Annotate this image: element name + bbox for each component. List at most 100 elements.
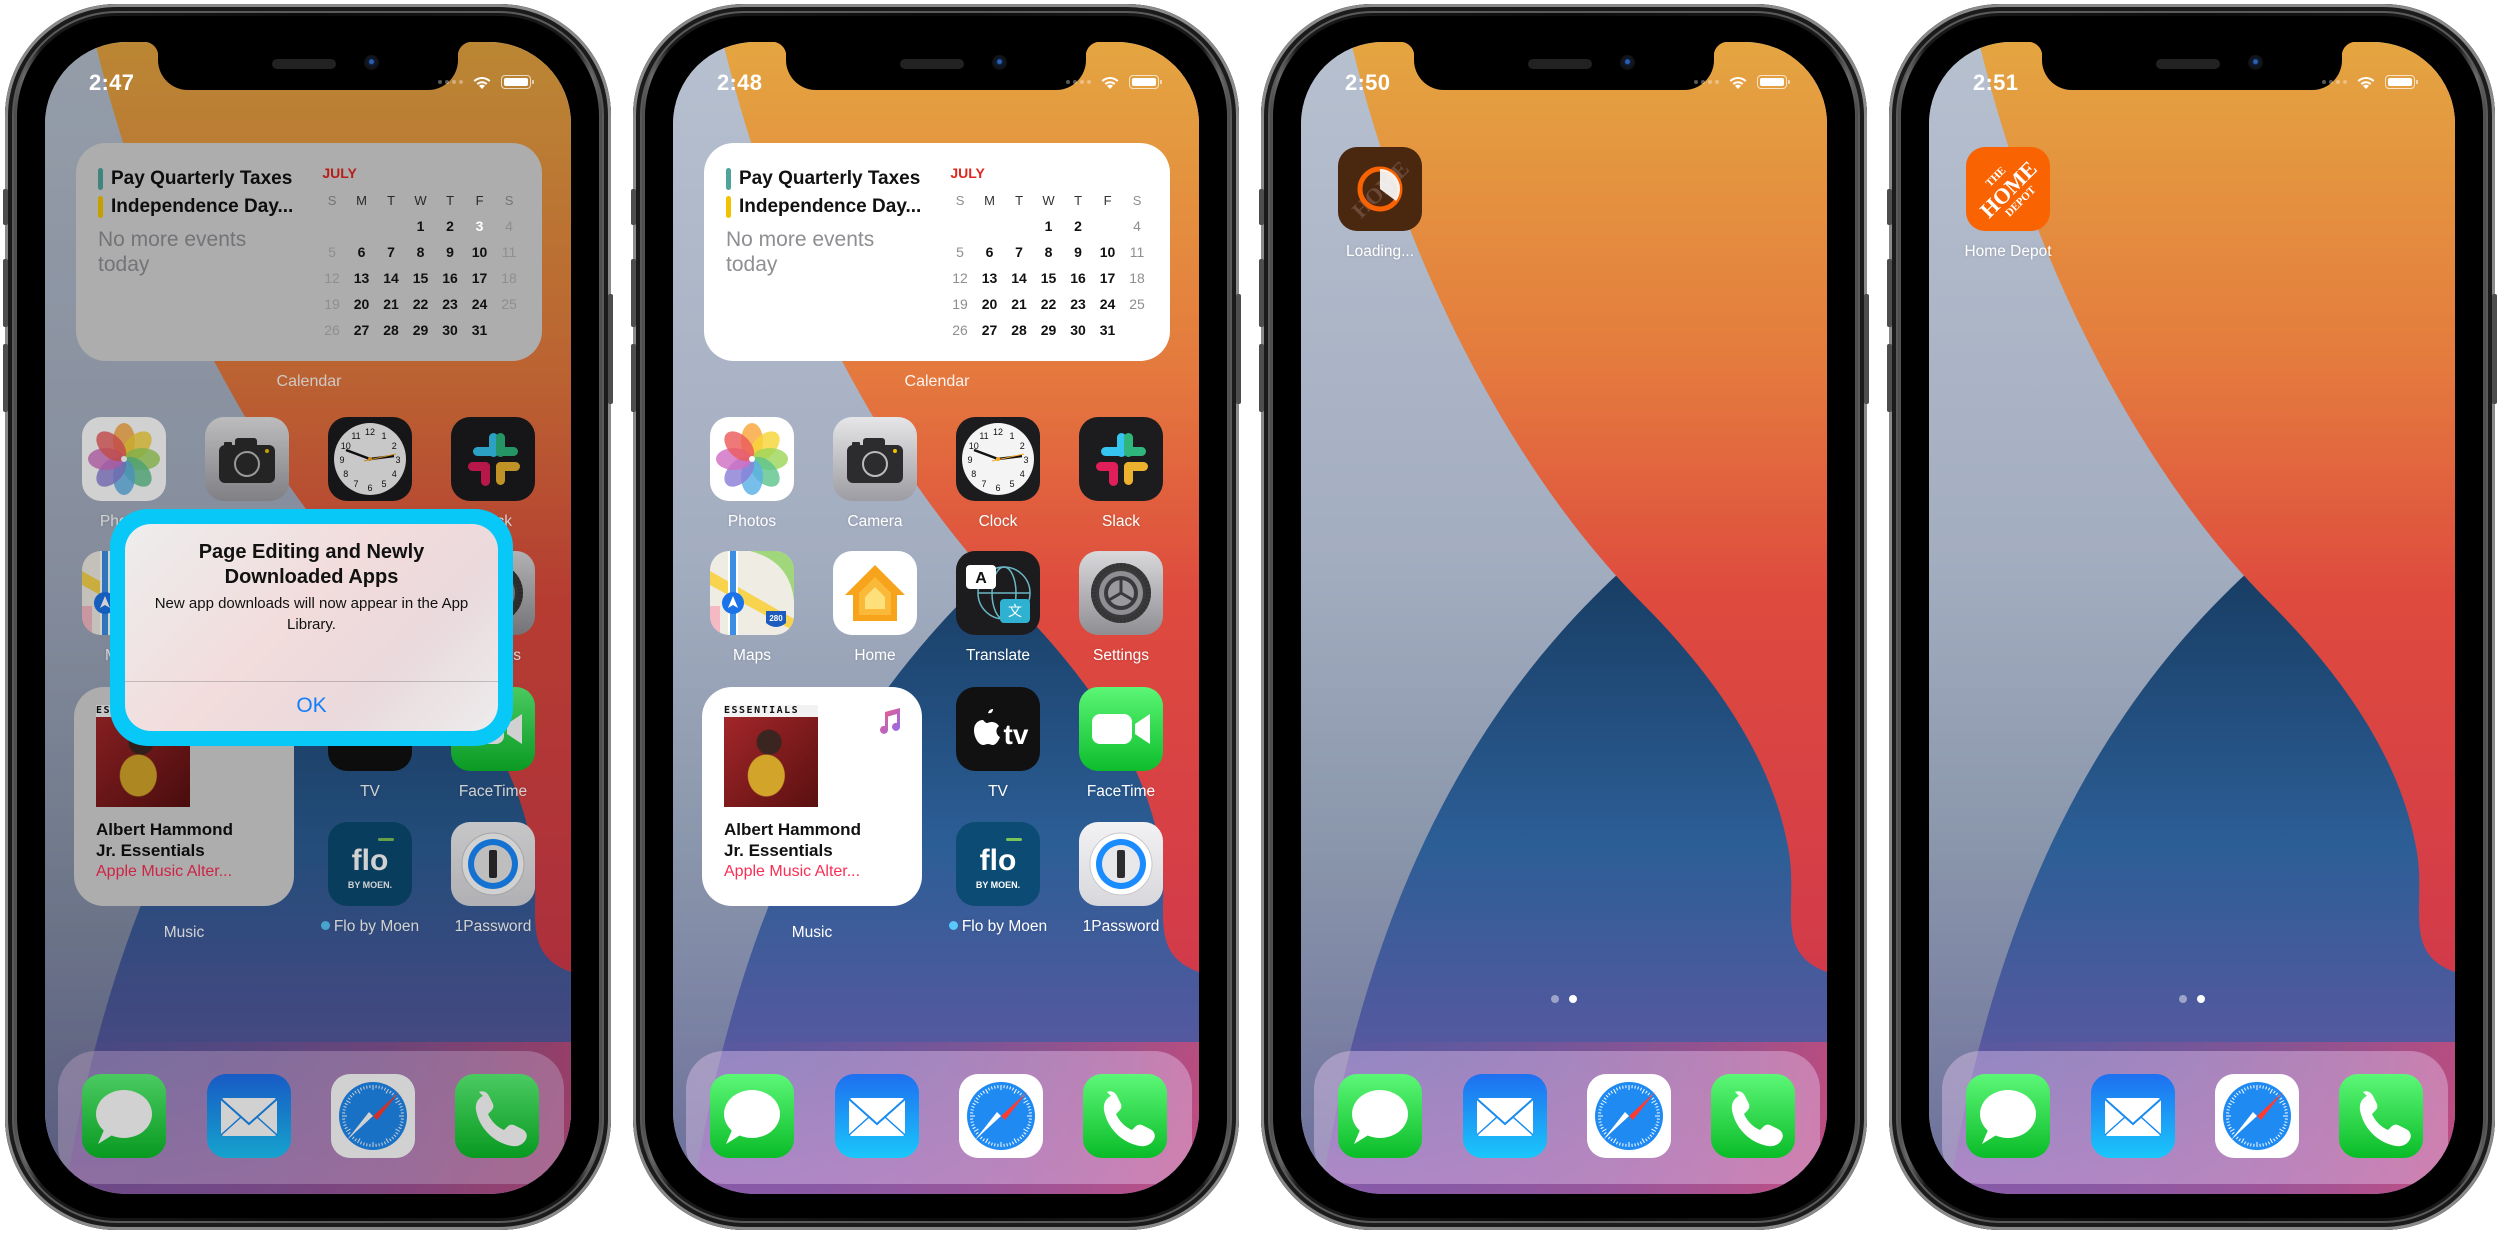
calendar-day[interactable]: 9 [435,244,465,260]
calendar-day[interactable]: 28 [376,322,406,338]
calendar-day[interactable]: 19 [945,296,975,312]
calendar-day[interactable]: 16 [1063,270,1093,286]
calendar-day[interactable]: 1 [406,218,436,234]
calendar-day[interactable]: 26 [317,322,347,338]
mail-icon[interactable] [1463,1074,1547,1158]
calendar-day[interactable]: 18 [494,270,524,286]
calendar-day[interactable]: 20 [975,296,1005,312]
calendar-day[interactable]: 8 [1034,244,1064,260]
app-slack[interactable]: Slack [1066,417,1176,531]
calendar-day[interactable]: 17 [465,270,495,286]
calendar-day[interactable]: 2 [435,218,465,234]
calendar-day[interactable]: 29 [1034,322,1064,338]
calendar-day[interactable]: 12 [945,270,975,286]
app-translate[interactable]: A文Translate [943,551,1053,665]
calendar-day[interactable]: 20 [347,296,377,312]
music-widget[interactable]: ESSENTIALS Albert Hammond Jr. Essentials Ap… [702,687,922,906]
calendar-day[interactable]: 28 [1004,322,1034,338]
calendar-event[interactable]: Pay Quarterly Taxes [726,165,921,193]
calendar-day[interactable]: 5 [945,244,975,260]
page-indicator[interactable] [1301,995,1827,1003]
calendar-day[interactable]: 2 [1063,218,1093,234]
mail-icon[interactable] [835,1074,919,1158]
calendar-day[interactable]: 15 [406,270,436,286]
messages-icon[interactable] [710,1074,794,1158]
calendar-day[interactable]: 15 [1034,270,1064,286]
app-maps[interactable]: 280 Maps [697,551,807,665]
calendar-day[interactable]: 1 [1034,218,1064,234]
mail-icon[interactable] [2091,1074,2175,1158]
calendar-widget[interactable]: Pay Quarterly Taxes Independence Day... No… [76,143,542,361]
calendar-widget[interactable]: Pay Quarterly Taxes Independence Day... No… [704,143,1170,361]
calendar-day[interactable]: 23 [1063,296,1093,312]
app-onepassword[interactable]: 1Password [1066,822,1176,936]
calendar-day[interactable]: 6 [975,244,1005,260]
calendar-day[interactable]: 4 [1122,218,1152,234]
calendar-day[interactable]: 10 [1093,244,1123,260]
calendar-event[interactable]: Independence Day... [98,193,293,221]
phone-icon[interactable] [1083,1074,1167,1158]
calendar-event[interactable]: Independence Day... [726,193,921,221]
app-facetime[interactable]: FaceTime [1066,687,1176,801]
app-tv[interactable]: tv TV [943,687,1053,801]
calendar-day[interactable]: 23 [435,296,465,312]
safari-icon[interactable] [1587,1074,1671,1158]
calendar-day[interactable]: 25 [494,296,524,312]
calendar-day[interactable]: 16 [435,270,465,286]
app-camera[interactable]: Camera [820,417,930,531]
calendar-day[interactable]: 14 [1004,270,1034,286]
safari-icon[interactable] [331,1074,415,1158]
calendar-day[interactable]: 31 [465,322,495,338]
messages-icon[interactable] [82,1074,166,1158]
page-dot[interactable] [2197,995,2205,1003]
calendar-day[interactable]: 4 [494,218,524,234]
calendar-day[interactable]: 30 [1063,322,1093,338]
mail-icon[interactable] [207,1074,291,1158]
calendar-day[interactable]: 12 [317,270,347,286]
calendar-day[interactable]: 11 [1122,244,1152,260]
calendar-day-today[interactable]: 3 [1093,213,1123,239]
calendar-day[interactable]: 13 [347,270,377,286]
calendar-day[interactable]: 31 [1093,322,1123,338]
calendar-day[interactable]: 10 [465,244,495,260]
calendar-day[interactable]: 24 [1093,296,1123,312]
calendar-day[interactable]: 29 [406,322,436,338]
calendar-day-today[interactable]: 3 [465,213,495,239]
calendar-day[interactable]: 7 [376,244,406,260]
app-home[interactable]: Home [820,551,930,665]
calendar-day[interactable]: 11 [494,244,524,260]
calendar-day[interactable]: 5 [317,244,347,260]
phone-icon[interactable] [455,1074,539,1158]
calendar-day[interactable]: 7 [1004,244,1034,260]
phone-icon[interactable] [2339,1074,2423,1158]
safari-icon[interactable] [2215,1074,2299,1158]
page-indicator[interactable] [1929,995,2455,1003]
page-dot[interactable] [2179,995,2187,1003]
calendar-day[interactable]: 25 [1122,296,1152,312]
app-flo[interactable]: flo BY MOEN. Flo by Moen [315,822,425,936]
calendar-day[interactable]: 21 [376,296,406,312]
calendar-day[interactable]: 24 [465,296,495,312]
calendar-day[interactable]: 18 [1122,270,1152,286]
calendar-day[interactable]: 27 [975,322,1005,338]
messages-icon[interactable] [1338,1074,1422,1158]
app-photos[interactable]: Photos [697,417,807,531]
page-dot[interactable] [1569,995,1577,1003]
messages-icon[interactable] [1966,1074,2050,1158]
calendar-day[interactable]: 6 [347,244,377,260]
calendar-day[interactable]: 13 [975,270,1005,286]
calendar-day[interactable]: 19 [317,296,347,312]
calendar-day[interactable]: 22 [406,296,436,312]
calendar-day[interactable]: 9 [1063,244,1093,260]
alert-ok-button[interactable]: OK [125,681,498,731]
safari-icon[interactable] [959,1074,1043,1158]
calendar-day[interactable]: 14 [376,270,406,286]
app-home-depot[interactable]: THE HOME DEPOT Home Depot [1953,147,2063,261]
app-settings[interactable]: Settings [1066,551,1176,665]
page-dot[interactable] [1551,995,1559,1003]
app-home-depot-loading[interactable]: HOME Loading... [1325,147,1435,261]
calendar-day[interactable]: 8 [406,244,436,260]
calendar-day[interactable]: 27 [347,322,377,338]
app-flo[interactable]: flo BY MOEN. Flo by Moen [943,822,1053,936]
app-onepassword[interactable]: 1Password [438,822,548,936]
